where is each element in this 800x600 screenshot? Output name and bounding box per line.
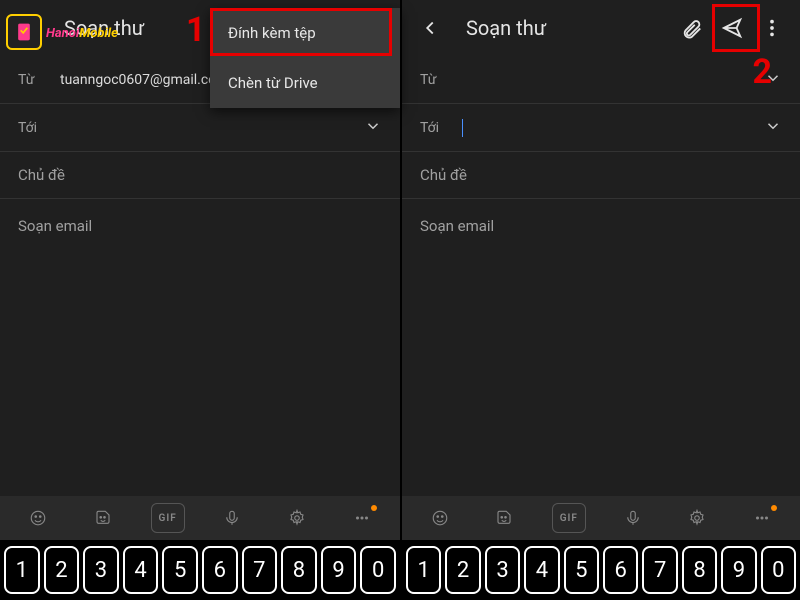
body-field[interactable]: Soạn email: [0, 199, 400, 496]
from-field[interactable]: Từ: [402, 56, 800, 104]
key-2[interactable]: 2: [44, 546, 80, 594]
keyboard-number-row: 1 2 3 4 5 6 7 8 9 0: [402, 540, 800, 600]
mic-icon[interactable]: [616, 503, 650, 533]
to-label: Tới: [420, 120, 462, 136]
key-1[interactable]: 1: [406, 546, 441, 594]
mic-icon[interactable]: [215, 503, 249, 533]
back-icon[interactable]: [8, 8, 48, 48]
chevron-down-icon[interactable]: [364, 117, 382, 139]
to-label: Tới: [18, 120, 60, 136]
key-9[interactable]: 9: [321, 546, 357, 594]
screenshot-right: Soạn thư 2 Từ Tới Chủ đề Soạn email GIF: [400, 0, 800, 600]
subject-field[interactable]: Chủ đề: [402, 152, 800, 199]
key-7[interactable]: 7: [242, 546, 278, 594]
key-9[interactable]: 9: [721, 546, 756, 594]
to-field[interactable]: Tới: [0, 104, 400, 152]
from-label: Từ: [18, 72, 60, 88]
subject-field[interactable]: Chủ đề: [0, 152, 400, 199]
menu-attach-file[interactable]: Đính kèm tệp: [210, 8, 400, 58]
key-3[interactable]: 3: [83, 546, 119, 594]
key-6[interactable]: 6: [603, 546, 638, 594]
key-5[interactable]: 5: [564, 546, 599, 594]
key-0[interactable]: 0: [360, 546, 396, 594]
key-7[interactable]: 7: [642, 546, 677, 594]
key-6[interactable]: 6: [202, 546, 238, 594]
key-2[interactable]: 2: [445, 546, 480, 594]
chevron-down-icon[interactable]: [764, 117, 782, 139]
compose-title: Soạn thư: [466, 16, 672, 40]
screenshot-left: Soạn thư HanoiMobile Đính kèm tệp Chèn t…: [0, 0, 400, 600]
gif-icon[interactable]: GIF: [151, 503, 185, 533]
to-field[interactable]: Tới: [402, 104, 800, 152]
emoji-icon[interactable]: [423, 503, 457, 533]
compose-header: Soạn thư: [402, 0, 800, 56]
text-cursor: [462, 119, 463, 137]
body-field[interactable]: Soạn email: [402, 199, 800, 496]
gear-icon[interactable]: [680, 503, 714, 533]
to-value: [462, 119, 764, 137]
sticker-icon[interactable]: [487, 503, 521, 533]
gear-icon[interactable]: [280, 503, 314, 533]
key-8[interactable]: 8: [281, 546, 317, 594]
keyboard-toolbar: GIF: [0, 496, 400, 540]
key-3[interactable]: 3: [485, 546, 520, 594]
more-icon[interactable]: [752, 8, 792, 48]
from-label: Từ: [420, 72, 462, 88]
attach-menu: Đính kèm tệp Chèn từ Drive: [210, 8, 400, 108]
key-5[interactable]: 5: [162, 546, 198, 594]
key-4[interactable]: 4: [123, 546, 159, 594]
key-8[interactable]: 8: [682, 546, 717, 594]
key-4[interactable]: 4: [524, 546, 559, 594]
more-keyboard-icon[interactable]: [745, 503, 779, 533]
chevron-down-icon[interactable]: [764, 69, 782, 91]
keyboard-toolbar: GIF: [402, 496, 800, 540]
sticker-icon[interactable]: [86, 503, 120, 533]
keyboard-number-row: 1 2 3 4 5 6 7 8 9 0: [0, 540, 400, 600]
menu-insert-drive[interactable]: Chèn từ Drive: [210, 58, 400, 108]
more-keyboard-icon[interactable]: [345, 503, 379, 533]
key-1[interactable]: 1: [4, 546, 40, 594]
key-0[interactable]: 0: [761, 546, 796, 594]
attach-icon[interactable]: [672, 8, 712, 48]
back-icon[interactable]: [410, 8, 450, 48]
emoji-icon[interactable]: [21, 503, 55, 533]
gif-icon[interactable]: GIF: [552, 503, 586, 533]
send-icon[interactable]: [712, 8, 752, 48]
